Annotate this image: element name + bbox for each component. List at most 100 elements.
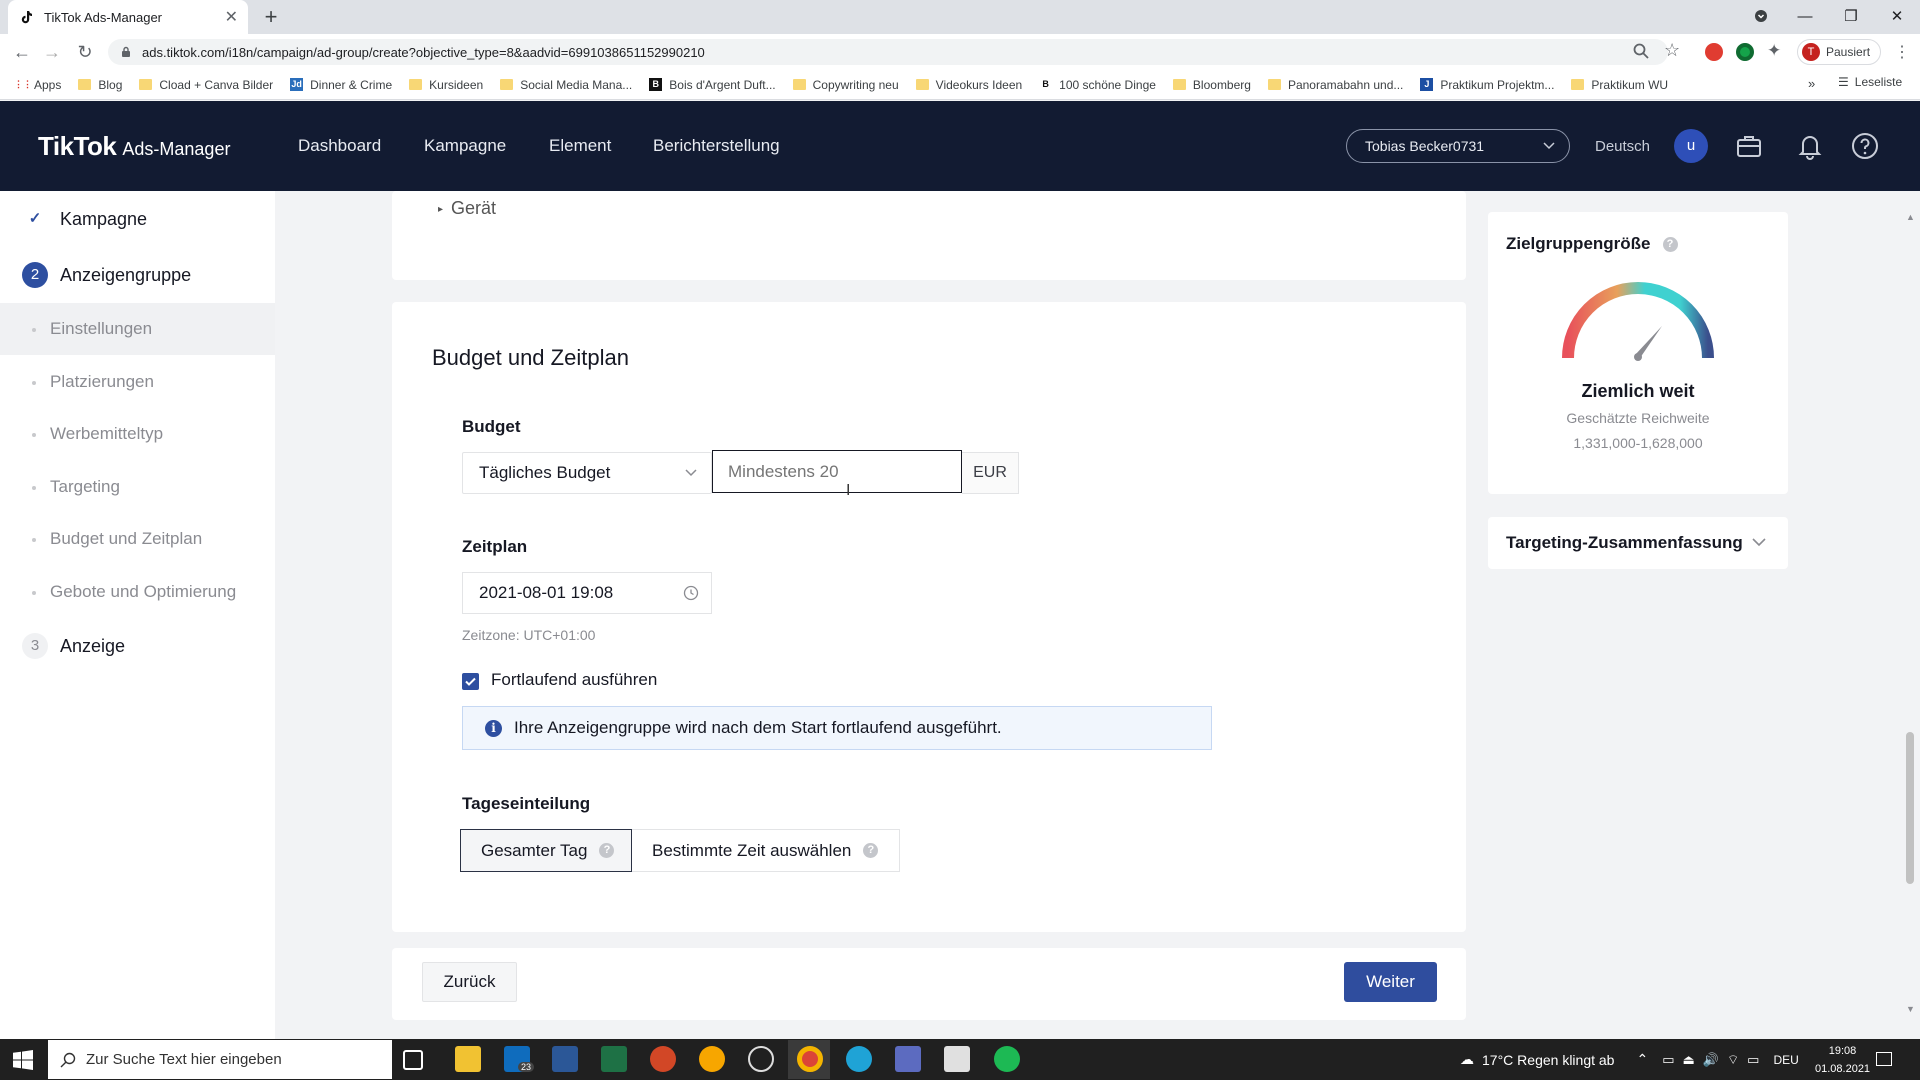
windows-start-icon[interactable] (13, 1050, 33, 1070)
word-icon[interactable] (552, 1046, 578, 1072)
chrome-icon[interactable] (797, 1046, 823, 1072)
collapsed-item-geraet[interactable]: ▸ Gerät (438, 198, 496, 218)
schedule-start-picker[interactable]: 2021-08-01 19:08 (462, 572, 712, 614)
bookmark-star-icon[interactable]: ☆ (1664, 40, 1680, 61)
folder-icon (500, 79, 514, 90)
more-bookmarks-icon[interactable]: » (1808, 76, 1815, 91)
bookmark-item[interactable]: Cload + Canva Bilder (139, 78, 273, 92)
account-selector[interactable]: Tobias Becker0731 (1346, 129, 1570, 163)
site-logo-icon: J (1420, 78, 1434, 91)
browser-tab[interactable]: TikTok Ads-Manager ✕ (8, 0, 248, 34)
sidebar-item-budget[interactable]: Budget und Zeitplan (50, 529, 202, 549)
obs-icon[interactable] (748, 1046, 774, 1072)
help-icon[interactable]: ? (1662, 236, 1678, 252)
nav-dashboard[interactable]: Dashboard (298, 136, 381, 156)
bookmark-item[interactable]: J Praktikum Projektm... (1420, 78, 1554, 92)
task-view-icon[interactable] (403, 1050, 423, 1070)
help-icon[interactable]: ? (599, 843, 615, 858)
excel-icon[interactable] (601, 1046, 627, 1072)
step-kampagne[interactable]: ✓ Kampagne (22, 206, 147, 232)
continuous-checkbox[interactable] (462, 673, 479, 690)
user-avatar[interactable]: u (1674, 129, 1708, 163)
extensions-puzzle-icon[interactable]: ✦ (1767, 41, 1781, 61)
step-anzeigengruppe[interactable]: 2 Anzeigengruppe (22, 262, 191, 288)
bookmark-apps[interactable]: ⋮⋮ Apps (14, 78, 61, 92)
nav-berichterstellung[interactable]: Berichterstellung (653, 136, 780, 156)
bookmark-item[interactable]: Kursideen (409, 78, 483, 92)
app-icon[interactable] (699, 1046, 725, 1072)
weather-text[interactable]: 17°C Regen klingt ab (1482, 1052, 1614, 1068)
back-button[interactable]: Zurück (422, 962, 517, 1002)
jd-site-icon: Jd (290, 78, 304, 91)
subitem-dot (32, 381, 36, 385)
nav-kampagne[interactable]: Kampagne (424, 136, 506, 156)
profile-button[interactable]: T Pausiert (1797, 39, 1881, 65)
browser-menu-icon[interactable]: ⋮ (1894, 42, 1910, 62)
sidebar-item-gebote[interactable]: Gebote und Optimierung (50, 582, 236, 602)
sidebar-item-werbemitteltyp[interactable]: Werbemitteltyp (50, 424, 163, 444)
taskbar-clock[interactable]: 19:08 01.08.2021 (1815, 1042, 1870, 1078)
bookmark-item[interactable]: Bloomberg (1172, 78, 1251, 92)
scroll-up-icon[interactable]: ▲ (1906, 212, 1915, 222)
minimize-icon[interactable]: — (1782, 0, 1828, 32)
zoom-icon[interactable] (1632, 42, 1650, 60)
continuous-label[interactable]: Fortlaufend ausführen (491, 670, 657, 690)
forward-arrow-icon[interactable]: → (40, 40, 64, 64)
chevron-down-icon[interactable] (1752, 538, 1766, 547)
bookmark-item[interactable]: Panoramabahn und... (1267, 78, 1403, 92)
page-scrollbar[interactable] (1906, 732, 1914, 884)
notification-bell-icon[interactable] (1794, 130, 1826, 162)
app-icon[interactable] (895, 1046, 921, 1072)
dayparting-option-all-day[interactable]: Gesamter Tag ? (460, 829, 632, 872)
powerpoint-icon[interactable] (650, 1046, 676, 1072)
language-selector[interactable]: Deutsch (1595, 138, 1650, 155)
spotify-icon[interactable] (994, 1046, 1020, 1072)
info-icon: i (485, 719, 502, 737)
new-tab-button[interactable]: + (258, 4, 284, 30)
sidebar-item-targeting[interactable]: Targeting (50, 477, 120, 497)
restore-icon[interactable]: ❐ (1828, 0, 1874, 32)
dayparting-option-specific[interactable]: Bestimmte Zeit auswählen ? (632, 829, 900, 872)
bookmark-item[interactable]: B 100 schöne Dinge (1039, 78, 1156, 92)
taskbar-search-input[interactable]: Zur Suche Text hier eingeben (48, 1040, 392, 1079)
briefcase-icon[interactable] (1733, 130, 1765, 162)
file-explorer-icon[interactable] (455, 1046, 481, 1072)
step-anzeige[interactable]: 3 Anzeige (22, 633, 125, 659)
help-icon[interactable] (1849, 130, 1881, 162)
scroll-down-icon[interactable]: ▼ (1906, 1004, 1915, 1014)
address-bar[interactable]: ads.tiktok.com/i18n/campaign/ad-group/cr… (108, 39, 1668, 65)
budget-amount-input[interactable] (712, 450, 962, 493)
reading-list-button[interactable]: ☰ Leseliste (1838, 75, 1902, 89)
keyboard-language[interactable]: DEU (1773, 1053, 1798, 1067)
bookmark-item[interactable]: Blog (78, 78, 122, 92)
bookmark-item[interactable]: Copywriting neu (792, 78, 899, 92)
tab-title: TikTok Ads-Manager (44, 9, 163, 25)
subitem-dot (32, 328, 36, 332)
app-icon[interactable] (944, 1046, 970, 1072)
nav-element[interactable]: Element (549, 136, 611, 156)
bookmark-item[interactable]: B Bois d'Argent Duft... (649, 78, 776, 92)
tray-chevron-icon[interactable]: ⌃ (1636, 1051, 1648, 1068)
system-tray: ☁ 17°C Regen klingt ab ⌃ ▭⏏🔊⌔▭ DEU (1460, 1039, 1799, 1080)
close-tab-icon[interactable]: ✕ (225, 7, 238, 27)
adblock-extension-icon[interactable] (1705, 43, 1723, 61)
budget-type-select[interactable]: Tägliches Budget (462, 452, 712, 494)
help-icon[interactable]: ? (863, 843, 879, 858)
notification-center-icon[interactable] (1876, 1052, 1892, 1066)
reload-icon[interactable]: ↻ (73, 40, 97, 64)
chevron-down-icon (685, 469, 697, 477)
window-close-icon[interactable]: ✕ (1874, 0, 1920, 32)
bookmark-item[interactable]: Social Media Mana... (500, 78, 632, 92)
sidebar-item-einstellungen[interactable]: Einstellungen (50, 319, 152, 339)
tiktok-ads-logo[interactable]: TikTok Ads-Manager (38, 131, 230, 162)
back-arrow-icon[interactable]: ← (10, 40, 34, 64)
grammarly-extension-icon[interactable] (1736, 43, 1754, 61)
tray-icons[interactable]: ▭⏏🔊⌔▭ (1662, 1052, 1767, 1068)
sidebar-item-platzierungen[interactable]: Platzierungen (50, 372, 154, 392)
bookmark-item[interactable]: Jd Dinner & Crime (290, 78, 392, 92)
next-button[interactable]: Weiter (1344, 962, 1437, 1002)
bookmark-item[interactable]: Videokurs Ideen (915, 78, 1022, 92)
bookmark-item[interactable]: Praktikum WU (1571, 78, 1668, 92)
edge-icon[interactable] (846, 1046, 872, 1072)
tab-search-icon[interactable] (1738, 0, 1784, 32)
